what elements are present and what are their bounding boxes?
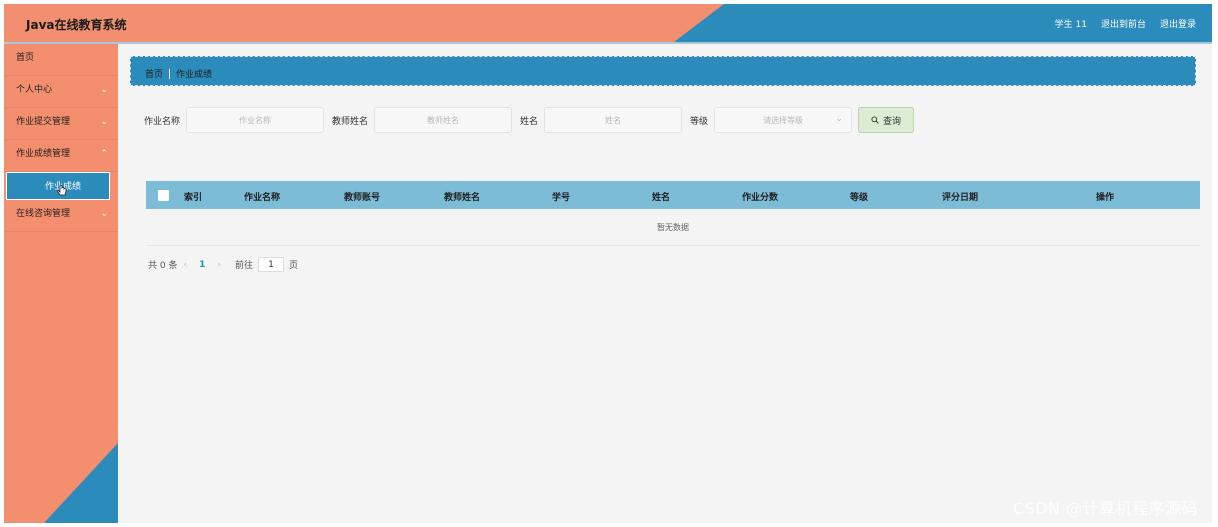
grades-table: 索引 作业名称 教师账号 教师姓名 学号 姓名 作业分数 等级 评分日期 操作 … — [146, 181, 1200, 246]
table-header: 索引 作业名称 教师账号 教师姓名 学号 姓名 作业分数 等级 评分日期 操作 — [146, 181, 1200, 209]
sidebar-item-label: 个人中心 — [16, 85, 53, 95]
app-frame: Java在线教育系统 学生 11 退出到前台 退出登录 首页 个人中心 ⌄ 作业… — [4, 4, 1212, 523]
sidebar-corner-decoration — [44, 443, 118, 523]
hand-cursor-icon — [57, 185, 67, 196]
page-unit-label: 页 — [288, 261, 298, 271]
student-name-input[interactable]: 姓名 — [544, 107, 683, 133]
empty-text: 暂无数据 — [657, 222, 689, 232]
empty-state: 暂无数据 — [146, 209, 1200, 246]
back-to-front-link[interactable]: 退出到前台 — [1101, 17, 1146, 30]
grade-select-placeholder: 请选择等级 — [763, 115, 804, 125]
sidebar-item-home[interactable]: 首页 — [4, 44, 118, 76]
sidebar-subitem-homework-grade[interactable]: 作业成绩 — [6, 172, 110, 200]
search-bar: 作业名称 作业名称 教师姓名 教师姓名 姓名 姓名 等级 请选择等级 ⌄ 查询 — [144, 106, 915, 134]
breadcrumb: 首页 作业成绩 — [130, 56, 1196, 86]
column-header[interactable]: 学号 — [552, 190, 570, 203]
user-label: 学生 11 — [1054, 20, 1087, 30]
goto-label: 前往 — [234, 261, 253, 271]
page-number[interactable]: 1 — [199, 260, 205, 270]
app-title: Java在线教育系统 — [26, 18, 127, 32]
column-header[interactable]: 索引 — [184, 190, 202, 203]
logout-link[interactable]: 退出登录 — [1160, 17, 1196, 30]
homework-name-input[interactable]: 作业名称 — [186, 107, 325, 133]
search-icon — [871, 116, 879, 124]
chevron-down-icon: ⌄ — [100, 117, 108, 127]
watermark: CSDN @计算机程序源码 — [1012, 499, 1198, 518]
pagination-total: 共 0 条 — [148, 261, 178, 271]
breadcrumb-separator — [169, 68, 171, 79]
prev-page-icon[interactable]: ‹ — [183, 260, 187, 270]
sidebar-item-homework-grade[interactable]: 作业成绩管理 ⌃ — [4, 140, 118, 172]
column-header[interactable]: 作业分数 — [742, 190, 778, 203]
chevron-down-icon: ⌄ — [835, 114, 844, 124]
chevron-down-icon: ⌄ — [100, 209, 108, 219]
breadcrumb-current: 作业成绩 — [176, 70, 213, 80]
pagination: 共 0 条 ‹ 1 › 前往 1 页 — [148, 257, 298, 272]
column-header[interactable]: 教师姓名 — [444, 190, 480, 203]
teacher-name-input[interactable]: 教师姓名 — [374, 107, 513, 133]
sidebar-item-label: 作业成绩管理 — [16, 149, 71, 159]
chevron-up-icon: ⌃ — [100, 149, 108, 159]
grade-label: 等级 — [690, 116, 709, 127]
column-header[interactable]: 评分日期 — [942, 190, 978, 203]
goto-page-input[interactable]: 1 — [257, 257, 284, 272]
sidebar-item-label: 作业提交管理 — [16, 117, 71, 127]
chevron-down-icon: ⌄ — [100, 85, 108, 95]
sidebar: 首页 个人中心 ⌄ 作业提交管理 ⌄ 作业成绩管理 ⌃ 作业成绩 在线咨询管理 … — [4, 44, 118, 523]
column-header: 操作 — [1096, 193, 1115, 203]
next-page-icon[interactable]: › — [217, 260, 221, 270]
homework-name-label: 作业名称 — [144, 116, 181, 127]
sidebar-item-consult[interactable]: 在线咨询管理 ⌄ — [4, 200, 118, 232]
column-header[interactable]: 教师账号 — [344, 190, 380, 203]
student-name-label: 姓名 — [520, 116, 539, 127]
query-button-label: 查询 — [883, 116, 902, 127]
column-header[interactable]: 姓名 — [652, 190, 670, 203]
header-salmon-band — [4, 4, 724, 42]
grade-select[interactable]: 请选择等级 ⌄ — [714, 107, 853, 133]
breadcrumb-home[interactable]: 首页 — [145, 67, 163, 80]
sidebar-item-label: 首页 — [16, 53, 35, 63]
sidebar-item-profile[interactable]: 个人中心 ⌄ — [4, 76, 118, 108]
top-header: Java在线教育系统 学生 11 退出到前台 退出登录 — [4, 4, 1212, 42]
select-all-checkbox[interactable] — [158, 190, 169, 201]
column-header[interactable]: 等级 — [850, 190, 868, 203]
teacher-name-label: 教师姓名 — [332, 116, 369, 127]
sidebar-item-homework-submit[interactable]: 作业提交管理 ⌄ — [4, 108, 118, 140]
query-button[interactable]: 查询 — [858, 107, 915, 133]
header-actions: 学生 11 退出到前台 退出登录 — [1055, 17, 1196, 30]
column-header[interactable]: 作业名称 — [244, 190, 280, 203]
sidebar-item-label: 在线咨询管理 — [16, 209, 71, 219]
main-content: 首页 作业成绩 作业名称 作业名称 教师姓名 教师姓名 姓名 姓名 等级 请选择… — [118, 44, 1212, 523]
